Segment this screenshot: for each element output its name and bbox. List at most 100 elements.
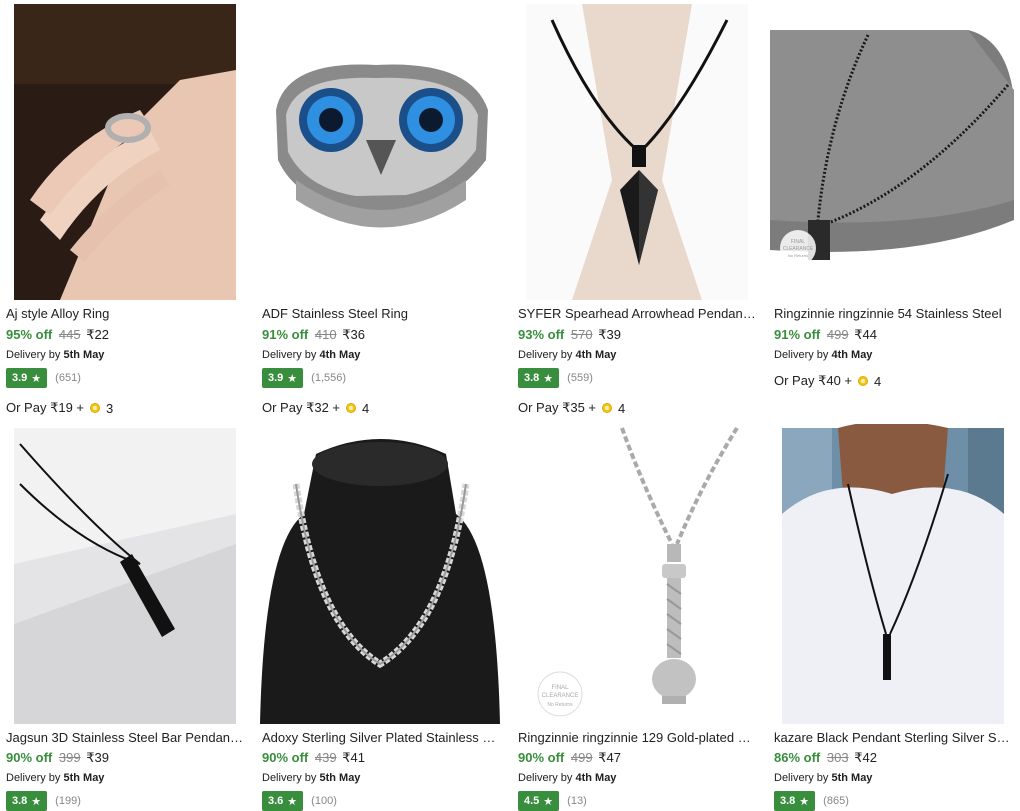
delivery-prefix: Delivery by bbox=[774, 349, 829, 361]
coin-offer: Or Pay ₹32 + 4 bbox=[262, 400, 369, 416]
price-row: 90% off 439 ₹41 bbox=[262, 750, 365, 766]
stamp-final: FINAL bbox=[551, 685, 569, 691]
price-row: 90% off 399 ₹39 bbox=[6, 750, 109, 766]
product-image[interactable] bbox=[0, 424, 248, 724]
delivery-date: 5th May bbox=[319, 772, 361, 784]
delivery-info: Delivery by 4th May bbox=[518, 349, 616, 361]
product-image[interactable]: FINAL CLEARANCE No Returns bbox=[512, 424, 760, 724]
delivery-prefix: Delivery by bbox=[518, 349, 573, 361]
product-card[interactable]: kazare Black Pendant Sterling Silver Sta… bbox=[768, 424, 1016, 811]
price-row: 91% off 499 ₹44 bbox=[774, 327, 877, 343]
star-icon: ★ bbox=[31, 372, 42, 385]
price-row: 91% off 410 ₹36 bbox=[262, 327, 365, 343]
black-pendant-icon bbox=[782, 424, 1004, 724]
star-icon: ★ bbox=[31, 795, 42, 808]
rating-badge: 3.9 ★ bbox=[6, 368, 48, 388]
discount-label: 90% off bbox=[518, 750, 565, 765]
coin-count: 4 bbox=[362, 400, 370, 416]
coin-offer: Or Pay ₹19 + 3 bbox=[6, 400, 113, 416]
product-title[interactable]: Jagsun 3D Stainless Steel Bar Pendant Ne… bbox=[6, 730, 244, 745]
selling-price: ₹44 bbox=[854, 327, 877, 342]
star-icon: ★ bbox=[543, 372, 554, 385]
product-card[interactable]: Adoxy Sterling Silver Plated Stainless S… bbox=[256, 424, 504, 811]
delivery-prefix: Delivery by bbox=[262, 772, 317, 784]
product-title[interactable]: ADF Stainless Steel Ring bbox=[262, 306, 500, 321]
rating-badge: 3.9 ★ bbox=[262, 368, 304, 388]
product-card[interactable]: FINAL CLEARANCE No Returns Ringzinnie ri… bbox=[512, 424, 760, 811]
product-title[interactable]: Aj style Alloy Ring bbox=[6, 306, 244, 321]
selling-price: ₹22 bbox=[86, 327, 109, 342]
selling-price: ₹36 bbox=[342, 327, 365, 342]
price-row: 93% off 570 ₹39 bbox=[518, 327, 621, 343]
coin-offer: Or Pay ₹40 + 4 bbox=[774, 373, 881, 389]
selling-price: ₹47 bbox=[598, 750, 621, 765]
product-title[interactable]: Ringzinnie ringzinnie 129 Gold-plated Pe… bbox=[518, 730, 756, 745]
rating-badge: 3.8 ★ bbox=[6, 791, 48, 811]
product-title[interactable]: kazare Black Pendant Sterling Silver Sta… bbox=[774, 730, 1012, 745]
rating-value: 3.8 bbox=[524, 372, 540, 384]
price-row: 86% off 303 ₹42 bbox=[774, 750, 877, 766]
delivery-info: Delivery by 5th May bbox=[6, 349, 104, 361]
delivery-info: Delivery by 4th May bbox=[262, 349, 360, 361]
rating-value: 4.5 bbox=[524, 795, 540, 807]
original-price: 303 bbox=[826, 750, 849, 765]
product-image[interactable]: FINAL CLEARANCE No Returns bbox=[768, 0, 1016, 300]
product-image[interactable] bbox=[256, 0, 504, 300]
original-price: 439 bbox=[314, 750, 337, 765]
rating-count: (100) bbox=[311, 795, 337, 807]
selling-price: ₹41 bbox=[342, 750, 365, 765]
product-image[interactable] bbox=[512, 0, 760, 300]
discount-label: 90% off bbox=[6, 750, 53, 765]
rating-value: 3.8 bbox=[12, 795, 28, 807]
owl-ring-icon bbox=[256, 0, 504, 300]
rating-count: (651) bbox=[55, 372, 81, 384]
original-price: 570 bbox=[570, 327, 593, 342]
coin-icon bbox=[858, 376, 868, 386]
silver-chain-icon bbox=[256, 424, 504, 724]
delivery-info: Delivery by 4th May bbox=[518, 772, 616, 784]
delivery-info: Delivery by 4th May bbox=[774, 349, 872, 361]
rating-row: 3.8 ★ (199) bbox=[6, 791, 81, 811]
product-image[interactable] bbox=[768, 424, 1016, 724]
rating-count: (13) bbox=[567, 795, 587, 807]
or-pay-label: Or Pay ₹35 + bbox=[518, 400, 596, 415]
rating-badge: 3.8 ★ bbox=[518, 368, 560, 388]
product-title[interactable]: Adoxy Sterling Silver Plated Stainless S… bbox=[262, 730, 500, 745]
coin-count: 3 bbox=[106, 400, 114, 416]
delivery-date: 4th May bbox=[575, 772, 617, 784]
rating-row: 3.8 ★ (865) bbox=[774, 791, 849, 811]
rating-row: 3.6 ★ (100) bbox=[262, 791, 337, 811]
product-card[interactable]: Aj style Alloy Ring 95% off 445 ₹22 Deli… bbox=[0, 0, 248, 420]
discount-label: 95% off bbox=[6, 327, 53, 342]
original-price: 499 bbox=[570, 750, 593, 765]
product-image[interactable] bbox=[0, 0, 248, 300]
delivery-date: 5th May bbox=[63, 772, 105, 784]
delivery-date: 5th May bbox=[831, 772, 873, 784]
rating-row: 4.5 ★ (13) bbox=[518, 791, 587, 811]
delivery-date: 5th May bbox=[63, 349, 105, 361]
product-card[interactable]: FINAL CLEARANCE No Returns Ringzinnie ri… bbox=[768, 0, 1016, 420]
selling-price: ₹42 bbox=[854, 750, 877, 765]
bar-pendant-icon bbox=[14, 428, 236, 724]
discount-label: 86% off bbox=[774, 750, 821, 765]
stamp-final: FINAL bbox=[791, 239, 805, 245]
selling-price: ₹39 bbox=[598, 327, 621, 342]
rating-value: 3.6 bbox=[268, 795, 284, 807]
product-image[interactable] bbox=[256, 424, 504, 724]
stamp-clearance: CLEARANCE bbox=[783, 246, 814, 252]
gold-pendant-icon: FINAL CLEARANCE No Returns bbox=[512, 424, 760, 724]
product-card[interactable]: SYFER Spearhead Arrowhead Pendant Neckla… bbox=[512, 0, 760, 420]
delivery-info: Delivery by 5th May bbox=[262, 772, 360, 784]
ring-hand-icon bbox=[14, 4, 236, 300]
product-card[interactable]: Jagsun 3D Stainless Steel Bar Pendant Ne… bbox=[0, 424, 248, 811]
price-row: 90% off 499 ₹47 bbox=[518, 750, 621, 766]
or-pay-label: Or Pay ₹19 + bbox=[6, 400, 84, 415]
coin-offer: Or Pay ₹35 + 4 bbox=[518, 400, 625, 416]
original-price: 399 bbox=[58, 750, 81, 765]
product-card[interactable]: ADF Stainless Steel Ring 91% off 410 ₹36… bbox=[256, 0, 504, 420]
rating-value: 3.9 bbox=[12, 372, 28, 384]
product-title[interactable]: Ringzinnie ringzinnie 54 Stainless Steel bbox=[774, 306, 1012, 321]
rating-row: 3.9 ★ (1,556) bbox=[262, 368, 346, 388]
discount-label: 91% off bbox=[774, 327, 821, 342]
product-title[interactable]: SYFER Spearhead Arrowhead Pendant Neckla… bbox=[518, 306, 756, 321]
